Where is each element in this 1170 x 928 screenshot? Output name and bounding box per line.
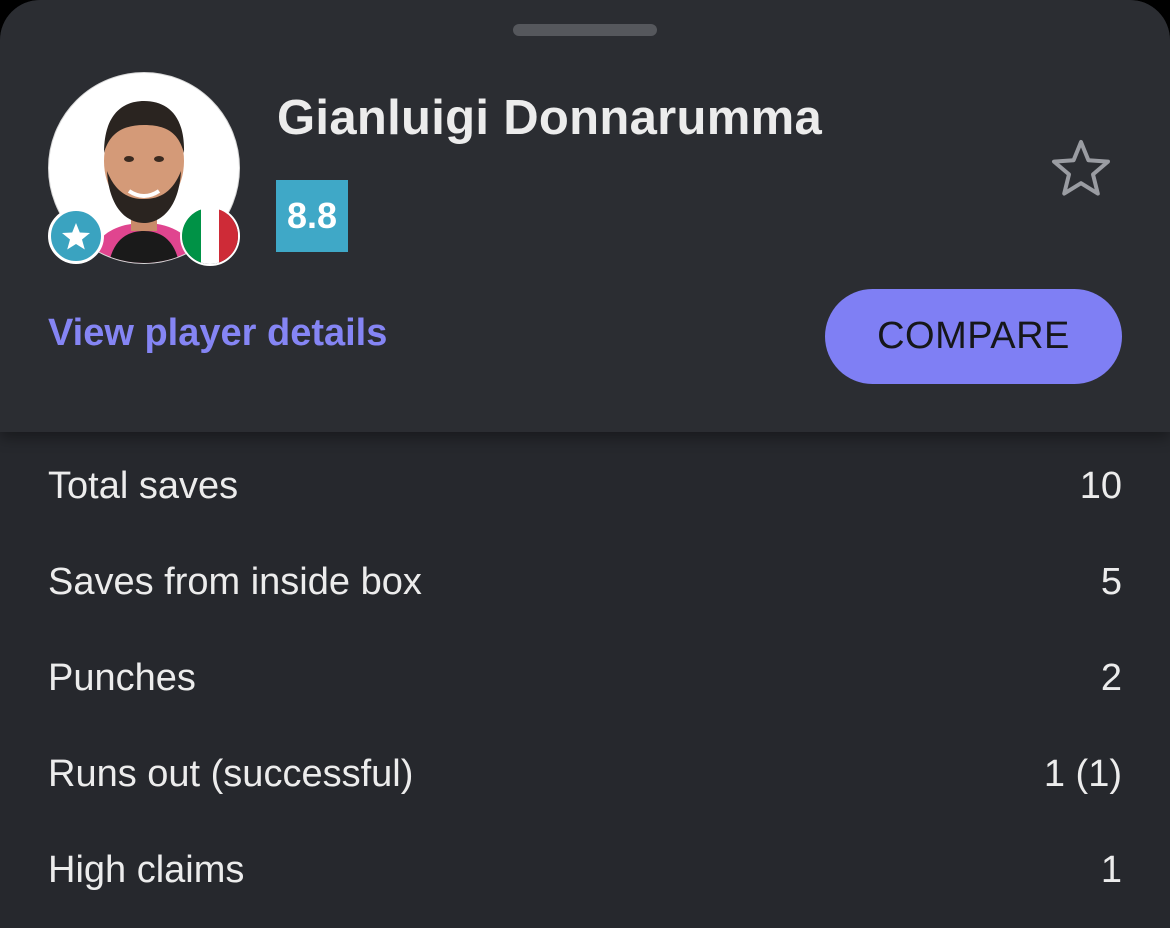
stat-label: Saves from inside box [48, 560, 422, 603]
drag-handle[interactable] [513, 24, 657, 36]
player-bottom-sheet: Gianluigi Donnarumma 8.8 View player det… [0, 0, 1170, 928]
player-avatar-group[interactable] [48, 72, 240, 266]
stat-label: Punches [48, 656, 196, 699]
stat-row: High claims 1 [48, 822, 1122, 918]
stat-label: High claims [48, 848, 245, 891]
stat-row: Total saves 10 [48, 438, 1122, 534]
stat-value: 10 [1079, 464, 1122, 507]
compare-button[interactable]: COMPARE [825, 289, 1122, 384]
player-name: Gianluigi Donnarumma [277, 91, 823, 145]
stat-value: 5 [1100, 560, 1122, 603]
player-header-card: Gianluigi Donnarumma 8.8 View player det… [0, 0, 1170, 432]
stat-value: 1 (1) [1043, 752, 1122, 795]
stat-row: Punches 2 [48, 630, 1122, 726]
player-rating-badge: 8.8 [276, 180, 348, 252]
favorite-star-icon[interactable] [1046, 134, 1116, 204]
stat-value: 1 [1100, 848, 1122, 891]
stat-row: Runs out (successful) 1 (1) [48, 726, 1122, 822]
stat-value: 2 [1100, 656, 1122, 699]
stat-label: Total saves [48, 464, 239, 507]
italy-flag-icon [180, 206, 240, 266]
view-player-details-link[interactable]: View player details [48, 312, 387, 355]
star-badge-icon [48, 208, 104, 264]
goalkeeper-stats-list: Total saves 10 Saves from inside box 5 P… [48, 438, 1122, 918]
stat-label: Runs out (successful) [48, 752, 414, 795]
stat-row: Saves from inside box 5 [48, 534, 1122, 630]
